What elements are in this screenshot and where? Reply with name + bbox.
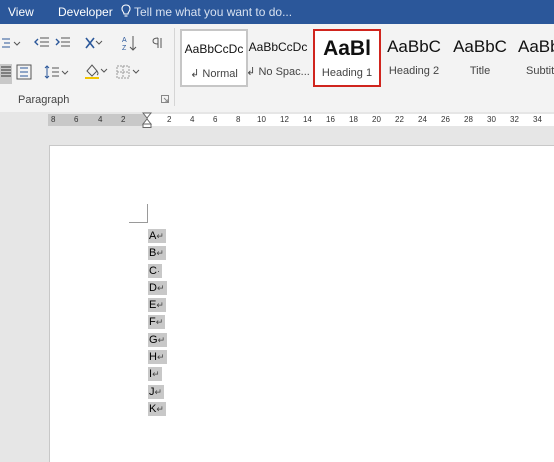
ruler-tick: 22: [395, 115, 404, 124]
paragraph-mark-icon: ↵: [154, 386, 163, 397]
ruler-tick: 16: [326, 115, 335, 124]
document-line[interactable]: B↵: [148, 245, 167, 262]
group-separator: [174, 28, 175, 106]
paragraph-mark-icon: ↵: [156, 352, 165, 363]
document-line[interactable]: K↵: [148, 401, 167, 418]
document-line[interactable]: G↵: [148, 332, 168, 349]
lightbulb-icon: [121, 4, 131, 21]
ruler-tick: 30: [487, 115, 496, 124]
document-line[interactable]: H↵: [148, 349, 167, 366]
document-line[interactable]: D↵: [148, 280, 167, 297]
paragraph-mark-icon: ↵: [152, 369, 160, 380]
svg-text:A: A: [122, 37, 127, 44]
document-line[interactable]: I↵: [148, 366, 167, 383]
line-text: D: [149, 281, 157, 294]
tab-developer[interactable]: Developer: [58, 5, 113, 19]
ruler-tick: 10: [257, 115, 266, 124]
ruler-tick: 24: [418, 115, 427, 124]
decrease-indent-icon[interactable]: [34, 36, 50, 54]
style-preview: AaBbC: [453, 37, 507, 56]
style-name: Normal: [202, 68, 238, 80]
ruler-tick: 28: [464, 115, 473, 124]
paragraph-mark-icon: ↲: [246, 66, 256, 78]
paragraph-mark-icon: ·: [156, 265, 160, 276]
document-line[interactable]: C·: [148, 263, 167, 280]
style-preview: AaBbCcDc: [248, 40, 308, 54]
dialog-launcher-icon[interactable]: [161, 95, 169, 105]
style-name: Subtit: [526, 65, 554, 77]
ruler-tick: 12: [280, 115, 289, 124]
ruler-tick: 8: [236, 115, 241, 124]
line-text: G: [149, 333, 158, 346]
justify-icon[interactable]: [0, 64, 12, 84]
indent-marker-icon[interactable]: [141, 112, 153, 128]
ribbon-home-panel: AZ Paragraph AaBbCcDc ↲ Normal AaBbCcDc …: [0, 24, 554, 113]
ruler-tick: 2: [167, 115, 172, 124]
document-page[interactable]: [49, 145, 554, 462]
style-preview: AaBl: [323, 37, 371, 60]
ruler-tick: 34: [533, 115, 542, 124]
ruler-tick: 6: [74, 115, 79, 124]
style-normal[interactable]: AaBbCcDc ↲ Normal: [180, 29, 248, 87]
ruler-tick: 18: [349, 115, 358, 124]
paragraph-group-label: Paragraph: [18, 94, 70, 106]
horizontal-ruler[interactable]: 8 6 4 2 2 4 6 8 10 12 14 16 18 20 22 24 …: [0, 112, 554, 128]
style-preview: AaBbCcDc: [184, 42, 244, 56]
line-text: H: [149, 351, 157, 364]
ruler-tick: 4: [98, 115, 103, 124]
ruler-tick: 2: [121, 115, 126, 124]
show-hide-marks-icon[interactable]: [152, 36, 166, 54]
selected-text-block[interactable]: A↵ B↵ C· D↵ E↵ F↵ G↵ H↵ I↵ J↵ K↵: [148, 228, 168, 418]
document-line[interactable]: E↵: [148, 297, 167, 314]
style-no-spacing[interactable]: AaBbCcDc ↲ No Spac...: [246, 29, 310, 83]
paragraph-mark-icon: ↵: [157, 334, 166, 345]
paragraph-mark-icon: ↵: [156, 231, 164, 241]
line-text: C: [149, 264, 157, 277]
tab-view[interactable]: View: [8, 5, 34, 19]
asian-layout-icon[interactable]: [84, 35, 110, 55]
crop-mark-horizontal: [129, 222, 148, 223]
style-subtitle[interactable]: AaBbC Subtit: [514, 29, 554, 83]
ruler-tick: 4: [190, 115, 195, 124]
distributed-icon[interactable]: [16, 64, 32, 84]
sort-icon[interactable]: AZ: [121, 34, 139, 56]
ruler-tick: 8: [51, 115, 56, 124]
style-preview: AaBbC: [387, 37, 441, 56]
ruler-tick: 32: [510, 115, 519, 124]
ruler-tick: 6: [213, 115, 218, 124]
paragraph-mark-icon: ↵: [156, 300, 164, 311]
paragraph-mark-icon: ↵: [156, 248, 164, 259]
line-spacing-icon[interactable]: [44, 64, 70, 84]
style-heading-1[interactable]: AaBl Heading 1: [313, 29, 381, 87]
style-title[interactable]: AaBbC Title: [448, 29, 512, 83]
line-text: F: [149, 316, 156, 329]
style-heading-2[interactable]: AaBbC Heading 2: [382, 29, 446, 83]
multilevel-list-icon[interactable]: [0, 36, 22, 54]
crop-mark-vertical: [147, 204, 148, 223]
styles-gallery: AaBbCcDc ↲ Normal AaBbCcDc ↲ No Spac... …: [178, 29, 554, 87]
ruler-tick: 14: [303, 115, 312, 124]
style-name: Heading 2: [388, 65, 440, 77]
style-preview: AaBbC: [518, 37, 554, 56]
increase-indent-icon[interactable]: [55, 36, 71, 54]
document-line[interactable]: A↵: [148, 228, 167, 245]
style-name: Heading 1: [321, 67, 373, 79]
paragraph-mark-icon: ↲: [190, 68, 200, 80]
ruler-tick: 26: [441, 115, 450, 124]
ruler-tick: 20: [372, 115, 381, 124]
paragraph-mark-icon: ↵: [156, 282, 165, 293]
tell-me-search[interactable]: Tell me what you want to do...: [134, 5, 292, 19]
paragraph-mark-icon: ↵: [156, 403, 164, 414]
document-line[interactable]: J↵: [148, 384, 167, 401]
style-name: Title: [469, 65, 491, 77]
shading-icon[interactable]: [84, 62, 110, 84]
paragraph-mark-icon: ↵: [155, 317, 164, 328]
svg-text:Z: Z: [122, 45, 127, 52]
document-line[interactable]: F↵: [148, 314, 167, 331]
style-name: No Spac...: [258, 66, 310, 78]
ribbon-tab-bar: View Developer Tell me what you want to …: [0, 0, 554, 24]
borders-icon[interactable]: [116, 64, 142, 84]
